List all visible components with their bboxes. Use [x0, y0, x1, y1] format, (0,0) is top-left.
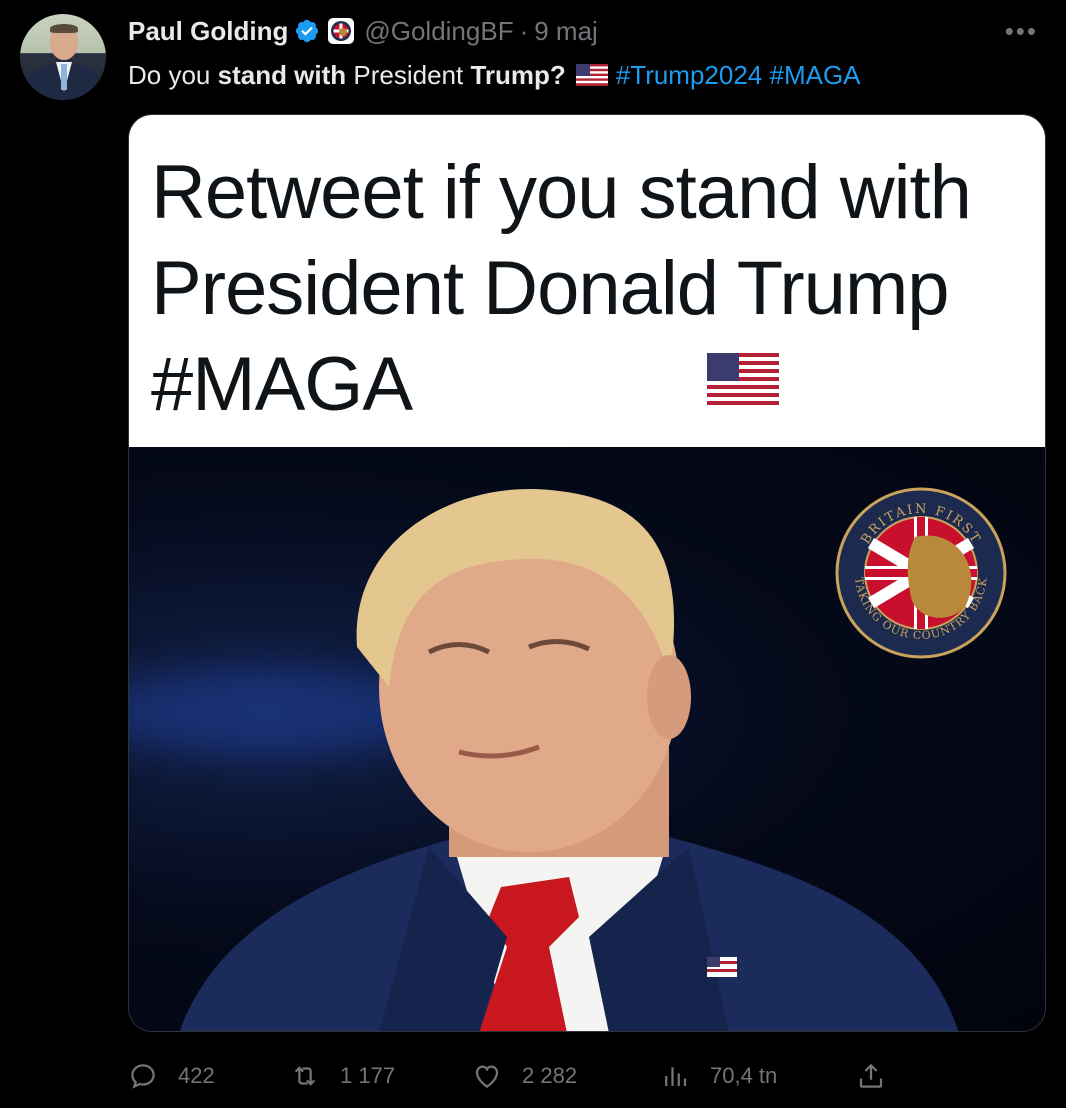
hashtag-maga[interactable]: #MAGA	[770, 60, 861, 91]
more-options-icon[interactable]: •••	[1005, 16, 1038, 47]
tweet-header: Paul Golding @GoldingBF · 9 maj	[128, 14, 598, 48]
retweet-count: 1 177	[340, 1063, 396, 1088]
reply-button[interactable]: 422	[128, 1056, 215, 1096]
author-avatar[interactable]	[20, 14, 106, 100]
share-icon	[859, 1063, 883, 1088]
caption-us-flag-icon	[707, 353, 779, 405]
us-flag-emoji-icon	[575, 64, 608, 86]
verified-badge-icon[interactable]	[294, 18, 320, 44]
author-handle[interactable]: @GoldingBF	[364, 16, 513, 47]
photo-area: BRITAIN FIRST TAKING OUR COUNTRY BACK	[129, 447, 1045, 1031]
image-caption-text: Retweet if you stand with President Dona…	[151, 150, 972, 427]
tweet-text: Do you stand with President Trump? #Trum…	[128, 58, 861, 92]
header-separator: ·	[519, 15, 529, 46]
hashtag-trump2024[interactable]: #Trump2024	[616, 60, 762, 91]
tweet-text-bold-2: Trump?	[470, 59, 566, 90]
reply-icon	[131, 1064, 155, 1089]
tweet-media-image[interactable]: Retweet if you stand with President Dona…	[128, 114, 1046, 1032]
affiliation-badge-icon[interactable]	[328, 18, 355, 44]
tweet-text-bold-1: stand with	[217, 59, 347, 90]
heart-icon	[475, 1065, 499, 1088]
views-count: 70,4 tn	[710, 1063, 778, 1088]
tweet-text-middle: President	[346, 59, 471, 90]
avatar-tie	[61, 64, 67, 90]
author-name[interactable]: Paul Golding	[128, 16, 288, 47]
britain-first-logo: BRITAIN FIRST TAKING OUR COUNTRY BACK	[835, 487, 1007, 659]
avatar-hair	[50, 24, 78, 33]
tweet-actions-bar: 422 1 177 2 282 70,4 tn	[128, 1056, 1046, 1096]
retweet-button[interactable]: 1 177	[290, 1056, 395, 1096]
retweet-icon	[294, 1066, 316, 1086]
views-button[interactable]: 70,4 tn	[660, 1056, 777, 1096]
like-count: 2 282	[522, 1063, 578, 1088]
tweet-text-prefix: Do you	[128, 59, 218, 90]
like-button[interactable]: 2 282	[472, 1056, 577, 1096]
views-chart-icon	[665, 1067, 687, 1086]
tweet-timestamp[interactable]: 9 maj	[534, 16, 598, 47]
share-button[interactable]	[856, 1056, 906, 1096]
image-caption-box: Retweet if you stand with President Dona…	[129, 115, 1045, 447]
reply-count: 422	[178, 1063, 215, 1088]
